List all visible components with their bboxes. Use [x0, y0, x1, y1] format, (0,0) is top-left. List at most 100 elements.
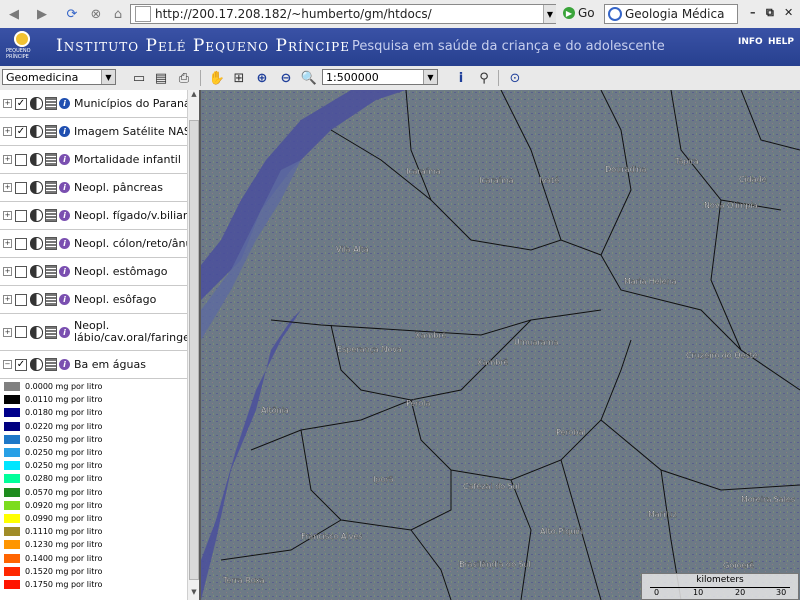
zoom-out-icon[interactable]: ⊖ — [277, 69, 295, 87]
pan-hand-icon[interactable]: ✋ — [208, 69, 226, 87]
search-input[interactable]: Geologia Médica — [604, 4, 738, 24]
app-subtitle: Pesquisa em saúde da criança e do adoles… — [352, 39, 665, 54]
transparency-icon[interactable] — [30, 358, 43, 371]
expand-toggle-icon[interactable]: + — [3, 155, 12, 164]
transparency-icon[interactable] — [30, 209, 43, 222]
layer-info-icon[interactable]: i — [59, 154, 70, 165]
stop-icon[interactable]: ⊗ — [86, 4, 106, 24]
expand-toggle-icon[interactable]: + — [3, 295, 12, 304]
layer-order-icon[interactable] — [45, 325, 57, 339]
layer-checkbox[interactable] — [15, 153, 27, 166]
layer-info-icon[interactable]: i — [59, 98, 70, 109]
legend-label: 0.0180 mg por litro — [25, 408, 103, 418]
layer-info-icon[interactable]: i — [59, 266, 70, 277]
city-label: Goioerê — [723, 560, 754, 570]
zoom-box-icon[interactable]: ⊞ — [230, 69, 248, 87]
layer-order-icon[interactable] — [45, 237, 57, 250]
layer-row: + i Neopl. fígado/v.biliares — [0, 202, 200, 230]
layer-info-icon[interactable]: i — [59, 210, 70, 221]
scale-select-value: 1:500000 — [326, 70, 379, 84]
layer-checkbox[interactable] — [15, 181, 27, 194]
transparency-icon[interactable] — [30, 153, 43, 166]
city-label: Cruzeiro do Oeste — [686, 351, 758, 360]
reload-icon[interactable]: ⟳ — [62, 4, 82, 24]
minimize-icon[interactable]: – — [750, 6, 756, 19]
scale-select[interactable]: 1:500000 ▼ — [322, 69, 438, 85]
expand-toggle-icon[interactable]: + — [3, 183, 12, 192]
map-select[interactable]: Geomedicina ▼ — [2, 69, 116, 85]
layer-checkbox[interactable] — [15, 265, 27, 278]
layer-info-icon[interactable]: i — [59, 182, 70, 193]
layer-info-icon[interactable]: i — [59, 359, 70, 370]
layer-checkbox[interactable] — [15, 237, 27, 250]
expand-toggle-icon[interactable]: + — [3, 239, 12, 248]
expand-toggle-icon[interactable]: + — [3, 211, 12, 220]
layer-info-icon[interactable]: i — [59, 238, 70, 249]
binoculars-icon[interactable]: ⚲ — [475, 69, 493, 87]
layer-order-icon[interactable] — [45, 358, 57, 371]
legend-swatch — [4, 553, 20, 563]
city-label: Xambrê — [477, 357, 508, 367]
layer-checkbox[interactable] — [15, 209, 27, 222]
info-i-icon[interactable]: i — [452, 69, 470, 87]
layer-checkbox[interactable]: ✓ — [15, 358, 27, 371]
expand-toggle-icon[interactable]: + — [3, 127, 12, 136]
help-link[interactable]: HELP — [768, 37, 794, 47]
home-icon[interactable]: ⌂ — [108, 4, 128, 24]
city-label: Xambrê — [415, 330, 446, 340]
scale-unit-label: kilometers — [696, 575, 744, 585]
expand-toggle-icon[interactable]: + — [3, 327, 12, 337]
forward-arrow-icon[interactable]: ▶ — [32, 4, 52, 24]
legend-label: 0.0250 mg por litro — [25, 461, 103, 471]
city-label: Douradina — [605, 165, 647, 174]
layer-order-icon[interactable] — [45, 209, 57, 222]
layer-order-icon[interactable] — [45, 265, 57, 278]
scale-line — [650, 587, 790, 588]
legend-swatch — [4, 513, 20, 523]
map-view[interactable]: Icaraíma Icaraíma Ivaté Douradina Tapira Cida… — [201, 90, 800, 600]
zoom-in-icon[interactable]: ⊕ — [253, 69, 271, 87]
layer-info-icon[interactable]: i — [59, 294, 70, 305]
scroll-thumb[interactable] — [189, 120, 199, 580]
legend-label: 0.0110 mg por litro — [25, 395, 103, 405]
expand-toggle-icon[interactable]: + — [3, 99, 12, 108]
legend-swatch — [4, 566, 20, 576]
layer-checkbox[interactable]: ✓ — [15, 125, 27, 138]
transparency-icon[interactable] — [30, 97, 43, 110]
layer-order-icon[interactable] — [45, 153, 57, 166]
legend-view-icon[interactable]: ▭ — [130, 69, 148, 87]
transparency-icon[interactable] — [30, 265, 43, 278]
transparency-icon[interactable] — [30, 181, 43, 194]
address-bar[interactable]: http://200.17.208.182/~humberto/gm/htdoc… — [130, 4, 556, 24]
layer-order-icon[interactable] — [45, 181, 57, 194]
back-arrow-icon[interactable]: ◀ — [4, 4, 24, 24]
transparency-icon[interactable] — [30, 237, 43, 250]
restore-icon[interactable]: ⧉ — [766, 6, 774, 20]
city-label: Nova Olímpia — [704, 201, 758, 210]
layer-checkbox[interactable]: ✓ — [15, 97, 27, 110]
layer-checkbox[interactable] — [15, 326, 27, 338]
layer-order-icon[interactable] — [45, 97, 57, 110]
url-dropdown-icon[interactable]: ▼ — [543, 5, 556, 23]
expand-toggle-icon[interactable]: + — [3, 267, 12, 276]
transparency-icon[interactable] — [30, 125, 43, 138]
expand-toggle-icon[interactable]: − — [3, 360, 12, 369]
go-button[interactable]: ▶ Go — [563, 6, 595, 20]
layer-info-icon[interactable]: i — [59, 126, 70, 137]
close-icon[interactable]: ✕ — [784, 6, 793, 19]
city-label: Iporã — [373, 475, 394, 484]
layer-checkbox[interactable] — [15, 293, 27, 306]
layer-order-icon[interactable] — [45, 293, 57, 306]
layer-info-icon[interactable]: i — [59, 326, 70, 338]
print-icon[interactable]: ⎙ — [175, 69, 193, 87]
info-link[interactable]: INFO — [738, 37, 763, 47]
city-label: Vila Alta — [336, 245, 369, 254]
legend-label: 0.0250 mg por litro — [25, 448, 103, 458]
transparency-icon[interactable] — [30, 293, 43, 306]
layer-list-icon[interactable]: ▤ — [152, 69, 170, 87]
transparency-icon[interactable] — [30, 325, 43, 339]
measure-circle-icon[interactable]: ⊙ — [506, 69, 524, 87]
layer-order-icon[interactable] — [45, 125, 57, 138]
city-label: Cafezal do Sul — [463, 482, 520, 491]
zoom-extent-icon[interactable]: 🔍 — [300, 69, 318, 87]
